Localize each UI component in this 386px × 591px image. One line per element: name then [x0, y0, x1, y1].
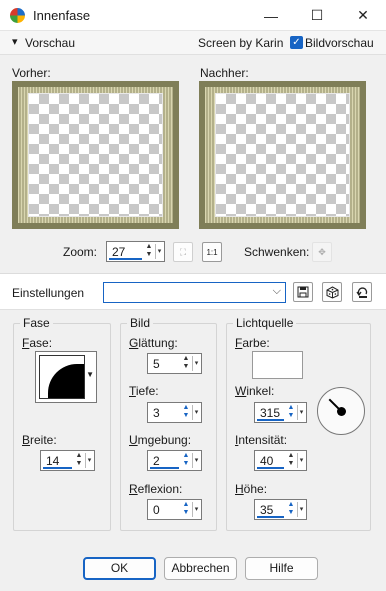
credit-text: Screen by Karin	[198, 36, 284, 50]
save-preset-icon[interactable]	[293, 282, 313, 302]
height-arrows-icon[interactable]: ▲ ▼	[286, 501, 296, 518]
after-canvas	[215, 93, 350, 217]
before-canvas	[28, 93, 163, 217]
zoom-value[interactable]: 27	[112, 245, 125, 259]
bild-group-label: Bild	[127, 316, 154, 330]
fase-group-label: Fase	[20, 316, 53, 330]
depth-arrows-icon[interactable]: ▲ ▼	[181, 404, 191, 421]
reflection-arrows-icon[interactable]: ▲ ▼	[181, 501, 191, 518]
window-title: Innenfase	[33, 8, 91, 23]
reflection-value[interactable]: 0	[153, 503, 160, 517]
pan-move-icon[interactable]: ✥	[312, 242, 332, 262]
smoothing-value[interactable]: 5	[153, 357, 160, 371]
height-spinner[interactable]: 35 ▲ ▼ ▾	[254, 499, 307, 520]
color-label: Farbe:	[235, 336, 270, 350]
width-label: Breite:	[22, 433, 57, 447]
image-preview-label[interactable]: Bildvorschau	[305, 36, 374, 50]
intensity-spinner[interactable]: 40 ▲ ▼ ▾	[254, 450, 307, 471]
ambience-value[interactable]: 2	[153, 454, 160, 468]
actual-size-button[interactable]: 1:1	[202, 242, 222, 262]
before-preview[interactable]	[12, 81, 179, 229]
ambience-label: Umgebung:	[129, 433, 192, 447]
intensity-arrows-icon[interactable]: ▲ ▼	[286, 452, 296, 469]
depth-label: Tiefe:	[129, 384, 159, 398]
settings-bar: Einstellungen ⌵	[0, 274, 386, 310]
depth-spinner[interactable]: 3 ▲ ▼ ▾	[147, 402, 202, 423]
zoom-fit-button[interactable]: ⛶	[173, 242, 193, 262]
close-button[interactable]: ✕	[340, 0, 386, 31]
image-preview-checkbox[interactable]: ✓	[290, 36, 303, 49]
width-arrows-icon[interactable]: ▲ ▼	[74, 452, 84, 469]
zoom-label: Zoom:	[63, 245, 98, 259]
smoothing-arrows-icon[interactable]: ▲ ▼	[181, 355, 191, 372]
help-button[interactable]: Hilfe	[245, 557, 318, 580]
shape-label: Fase:	[22, 336, 53, 350]
height-value[interactable]: 35	[260, 503, 273, 517]
after-preview	[199, 81, 366, 229]
maximize-button[interactable]: ☐	[294, 0, 340, 31]
reflection-label: Reflexion:	[129, 482, 183, 496]
angle-dial[interactable]	[317, 387, 365, 435]
bevel-shape-picker[interactable]: ▼	[35, 351, 97, 403]
width-dropdown-icon[interactable]: ▾	[85, 453, 93, 468]
width-spinner[interactable]: 14 ▲ ▼ ▾	[40, 450, 95, 471]
zoom-dropdown-icon[interactable]: ▾	[155, 244, 163, 259]
pan-label: Schwenken:	[244, 245, 310, 259]
preset-combobox[interactable]: ⌵	[103, 282, 286, 303]
ok-button[interactable]: OK	[83, 557, 156, 580]
angle-spinner[interactable]: 315 ▲ ▼ ▾	[254, 402, 307, 423]
before-label: Vorher:	[12, 66, 51, 80]
zoom-arrows-icon[interactable]: ▲ ▼	[144, 243, 154, 260]
reset-icon[interactable]	[352, 282, 372, 302]
cancel-button[interactable]: Abbrechen	[164, 557, 237, 580]
angle-arrows-icon[interactable]: ▲ ▼	[286, 404, 296, 421]
intensity-label: Intensität:	[235, 433, 288, 447]
chevron-down-icon[interactable]: ⌵	[273, 285, 281, 298]
zoom-spinner[interactable]: 27 ▲ ▼ ▾	[106, 241, 165, 262]
randomize-dice-icon[interactable]	[322, 282, 342, 302]
smoothing-spinner[interactable]: 5 ▲ ▼ ▾	[147, 353, 202, 374]
smoothing-label: Glättung:	[129, 336, 178, 350]
height-label: Höhe:	[235, 482, 268, 496]
chevron-down-icon[interactable]: ▼	[86, 370, 94, 379]
ambience-spinner[interactable]: 2 ▲ ▼ ▾	[147, 450, 202, 471]
preview-label[interactable]: Vorschau	[25, 36, 75, 50]
bevel-shape-icon	[39, 355, 85, 399]
angle-value[interactable]: 315	[260, 406, 280, 420]
settings-label: Einstellungen	[12, 286, 85, 300]
preview-toggle-icon[interactable]: ▾	[12, 35, 18, 48]
minimize-button[interactable]: —	[248, 0, 294, 31]
width-value[interactable]: 14	[46, 454, 59, 468]
preview-bar: ▾ Vorschau Screen by Karin ✓ Bildvorscha…	[0, 31, 386, 55]
app-icon	[10, 8, 25, 23]
intensity-value[interactable]: 40	[260, 454, 273, 468]
depth-value[interactable]: 3	[153, 406, 160, 420]
after-label: Nachher:	[200, 66, 249, 80]
light-group-label: Lichtquelle	[233, 316, 297, 330]
angle-label: Winkel:	[235, 384, 275, 398]
ambience-arrows-icon[interactable]: ▲ ▼	[181, 452, 191, 469]
title-bar: Innenfase — ☐ ✕	[0, 0, 386, 31]
light-color-swatch[interactable]	[252, 351, 303, 379]
reflection-spinner[interactable]: 0 ▲ ▼ ▾	[147, 499, 202, 520]
